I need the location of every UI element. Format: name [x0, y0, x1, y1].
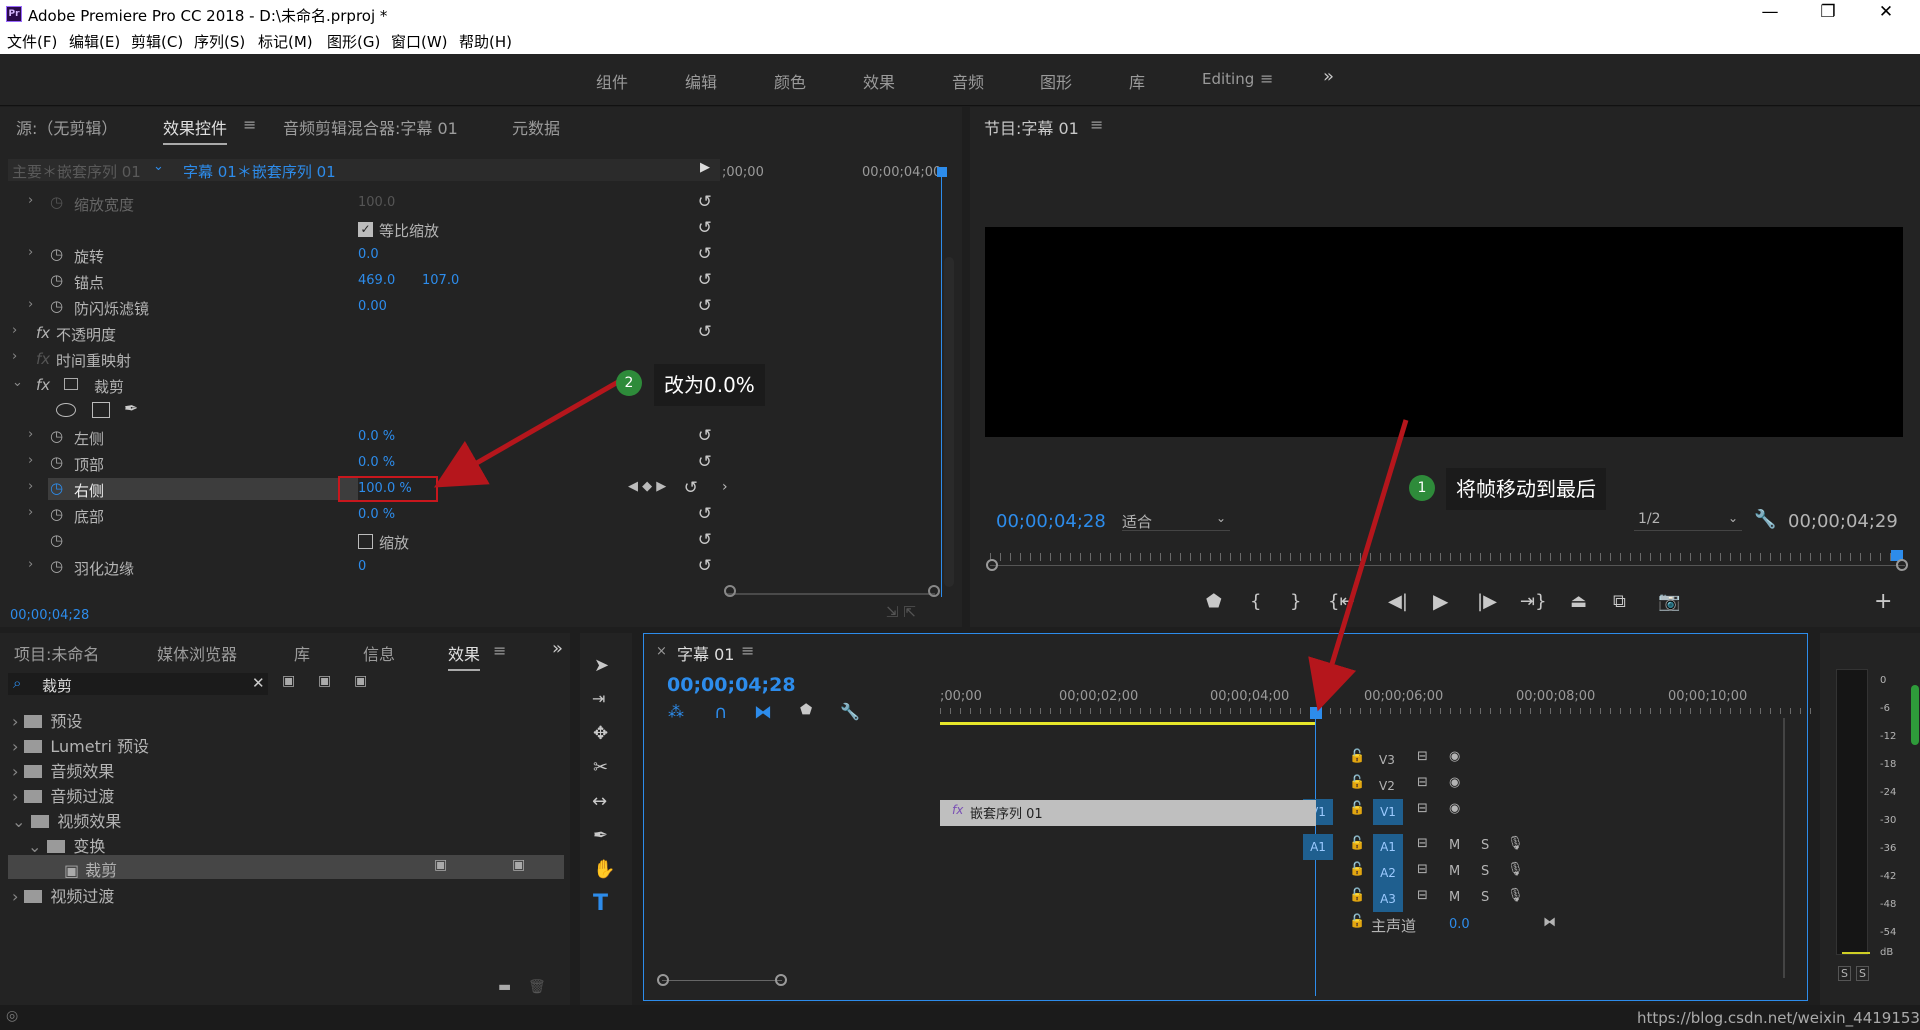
- status-icon: ◎: [6, 1008, 19, 1024]
- callout-text-2: 改为0.0%: [654, 364, 765, 406]
- callout-badge-2: 2: [616, 370, 642, 396]
- callout-badge-1: 1: [1409, 475, 1435, 501]
- callout-text-1: 将帧移动到最后: [1446, 468, 1606, 510]
- watermark-text: https://blog.csdn.net/weixin_44191535: [1637, 1009, 1920, 1027]
- annotation-arrow-2: [433, 379, 620, 488]
- annotation-arrow-1: [1308, 419, 1409, 712]
- annotation-arrows: [433, 379, 1409, 712]
- status-bar: ◎ https://blog.csdn.net/weixin_44191535: [0, 1005, 1920, 1030]
